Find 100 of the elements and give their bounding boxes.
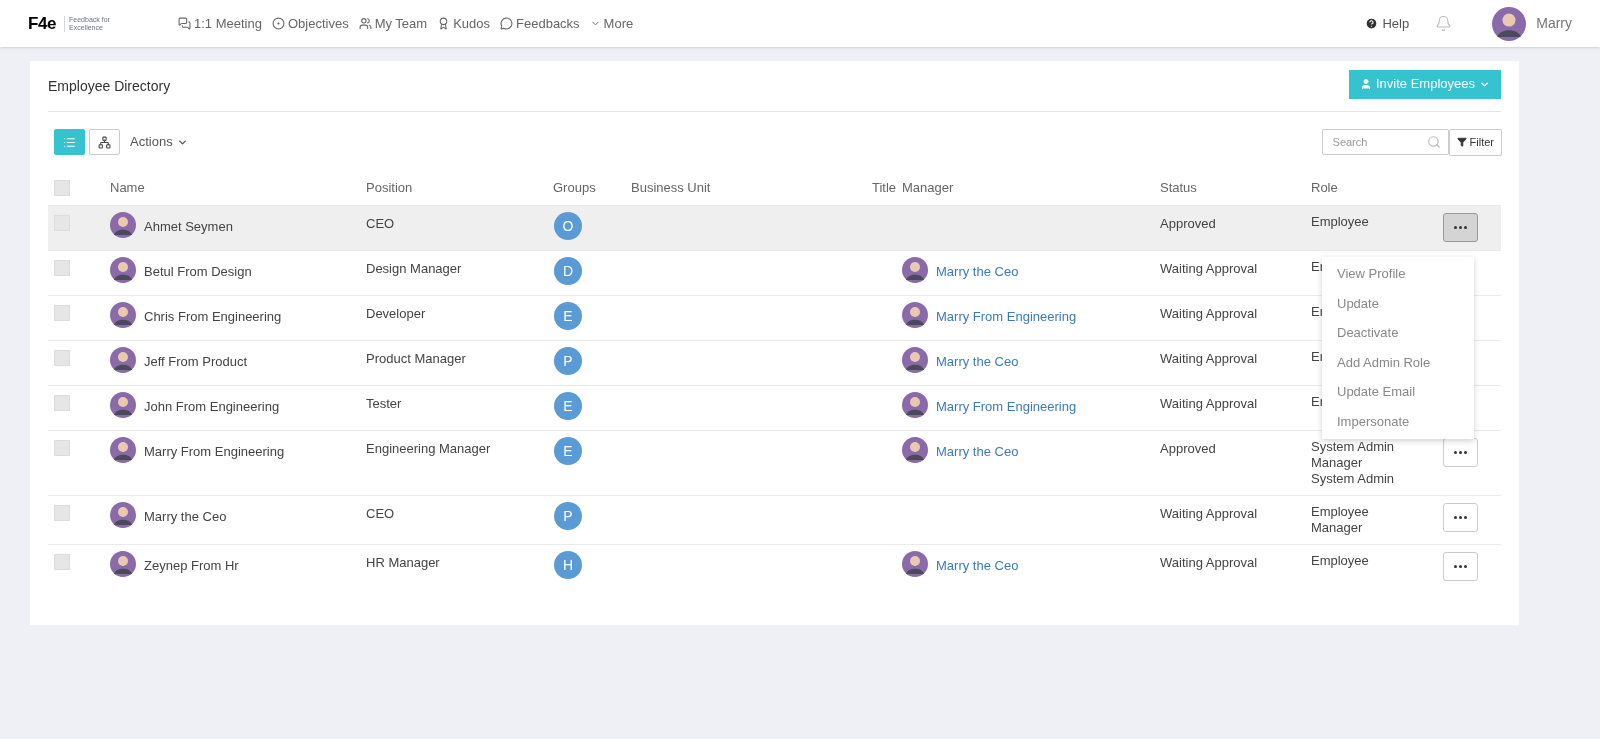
nav-link[interactable]: My Team [358, 13, 428, 34]
employee-name: Chris From Engineering [144, 308, 282, 326]
avatar-icon [902, 257, 928, 283]
checkbox[interactable] [54, 260, 70, 276]
avatar-icon [110, 502, 136, 528]
logo[interactable]: F4e [28, 10, 57, 37]
avatar-icon [110, 302, 136, 328]
bell-icon[interactable] [1435, 15, 1453, 32]
group-badge: D [554, 257, 582, 285]
menu-item[interactable]: View Profile [1322, 259, 1474, 289]
table-cell-text: Approved [1160, 440, 1217, 458]
more-button[interactable] [1443, 552, 1478, 581]
column-header: Manager [902, 178, 955, 197]
column-header: Position [366, 178, 414, 197]
checkbox[interactable] [54, 395, 70, 411]
user-name[interactable]: Marry [1536, 13, 1572, 34]
hierarchy-icon [98, 135, 111, 149]
help-link[interactable]: Help [1365, 13, 1410, 34]
nav-icon [358, 17, 372, 30]
avatar-icon [110, 392, 136, 418]
group-badge: E [554, 437, 582, 465]
group-badge: O [554, 212, 582, 240]
checkbox[interactable] [54, 179, 70, 196]
avatar-icon [110, 551, 136, 577]
checkbox[interactable] [54, 305, 70, 321]
help-icon [1365, 17, 1379, 30]
checkbox[interactable] [54, 505, 70, 521]
table-cell-text: Product Manager [366, 350, 467, 368]
table-cell-text: Tester [366, 395, 403, 413]
avatar-icon [902, 347, 928, 373]
group-badge: E [554, 302, 582, 330]
employee-name: Marry the Ceo [144, 508, 227, 526]
menu-item[interactable]: Add Admin Role [1322, 347, 1474, 378]
group-badge: E [554, 392, 582, 420]
employee-name: Zeynep From Hr [144, 557, 239, 575]
avatar-icon [110, 437, 136, 463]
avatar-icon [902, 302, 928, 328]
role-text: Manager [1311, 520, 1363, 536]
dots-icon [1454, 451, 1467, 454]
role-text: System Admin [1311, 471, 1395, 487]
column-header: Name [110, 178, 146, 197]
table-row[interactable]: Ahmet Seymen CEO O Approved Employee [48, 205, 1501, 250]
dots-icon [1454, 516, 1467, 519]
filter-button[interactable]: Filter [1448, 128, 1502, 156]
table-cell-text: Approved [1160, 215, 1217, 233]
table-cell-text: Waiting Approval [1160, 350, 1259, 368]
nav-icon [271, 17, 285, 30]
manager-link[interactable]: Marry From Engineering [936, 392, 1077, 417]
nav-link[interactable]: 1:1 Meeting [178, 13, 262, 34]
employee-name: John From Engineering [144, 398, 280, 416]
table-cell-text: Waiting Approval [1160, 395, 1259, 413]
avatar-icon [902, 392, 928, 418]
table-cell-text: HR Manager [366, 554, 441, 572]
manager-link[interactable]: Marry the Ceo [936, 347, 1019, 372]
list-icon [63, 135, 76, 149]
table-cell-text: Developer [366, 305, 427, 323]
avatar-icon [110, 347, 136, 373]
table-cell-text: Waiting Approval [1160, 554, 1259, 572]
role-text: Employee [1311, 214, 1369, 230]
employee-name: Betul From Design [144, 263, 252, 281]
table-cell-text: Design Manager [366, 260, 463, 278]
more-button[interactable] [1443, 503, 1478, 532]
nav-link[interactable]: Objectives [271, 13, 349, 34]
manager-link[interactable]: Marry the Ceo [936, 551, 1019, 576]
checkbox[interactable] [54, 554, 70, 570]
nav-icon [178, 17, 191, 30]
checkbox[interactable] [54, 350, 70, 366]
nav-link[interactable]: More [589, 13, 634, 34]
manager-link[interactable]: Marry the Ceo [936, 257, 1019, 282]
avatar-icon [110, 212, 136, 238]
group-badge: P [554, 502, 582, 530]
table-cell-text: Waiting Approval [1160, 305, 1259, 323]
column-header: Groups [553, 178, 597, 197]
table-cell-text: CEO [366, 215, 396, 233]
column-header: Title [871, 178, 897, 197]
actions-dropdown[interactable]: Actions [130, 132, 188, 152]
avatar-icon [902, 551, 928, 577]
nav-link[interactable]: Kudos [437, 13, 490, 34]
employee-name: Jeff From Product [144, 353, 248, 371]
table-cell-text: Waiting Approval [1160, 260, 1259, 278]
checkbox[interactable] [54, 440, 70, 456]
avatar-icon [110, 257, 136, 283]
nav-link[interactable]: Feedbacks [500, 13, 580, 34]
dots-icon [1454, 565, 1467, 568]
search-field[interactable]: Search [1321, 129, 1449, 155]
tree-view-button[interactable] [89, 129, 120, 155]
column-header: Role [1311, 178, 1339, 197]
dots-icon [1454, 226, 1467, 229]
nav-icon [500, 17, 513, 30]
role-text: Manager [1311, 455, 1363, 471]
table-cell-text: Engineering Manager [366, 440, 492, 458]
filter-icon [1456, 137, 1467, 147]
manager-link[interactable]: Marry the Ceo [936, 437, 1019, 462]
table-cell-text: CEO [366, 505, 396, 523]
table-cell-text: Waiting Approval [1160, 505, 1259, 523]
column-header: Status [1160, 178, 1198, 197]
more-button[interactable] [1443, 438, 1478, 467]
more-button[interactable] [1443, 213, 1478, 242]
role-text: System Admin [1311, 439, 1395, 455]
manager-link[interactable]: Marry From Engineering [936, 302, 1077, 327]
